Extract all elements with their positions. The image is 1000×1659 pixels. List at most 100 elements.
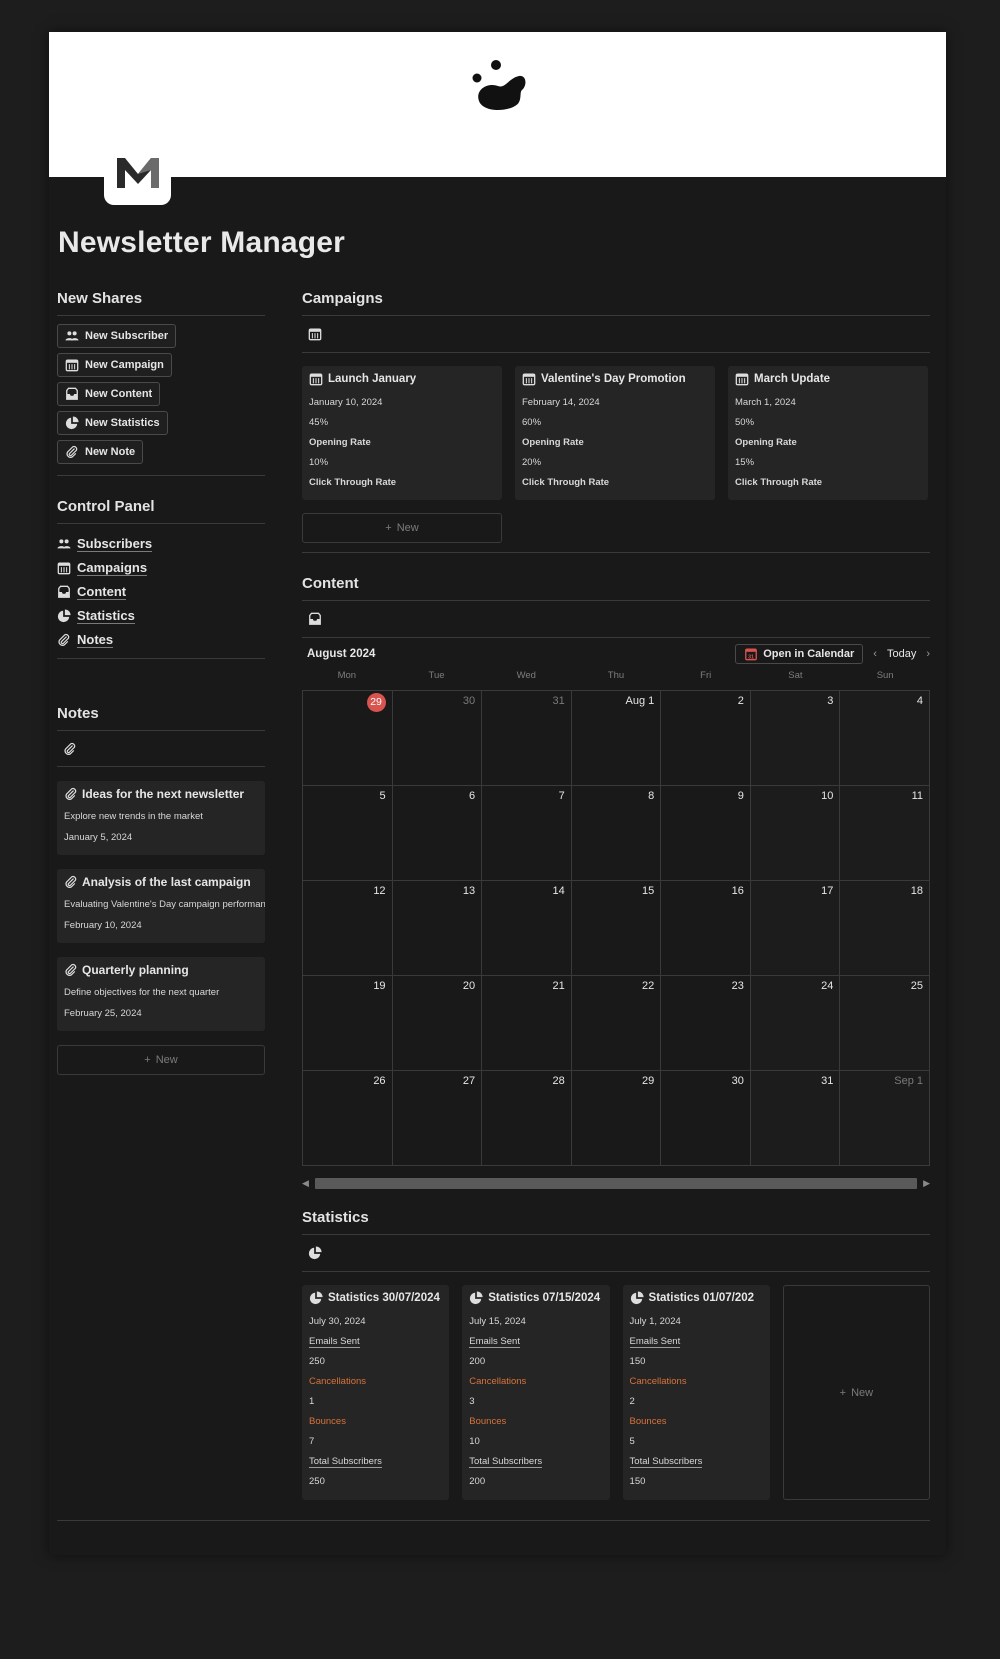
control-panel-notes-link[interactable]: Notes	[57, 628, 265, 652]
calendar-day-cell[interactable]: 19	[303, 976, 393, 1071]
control-panel-subscribers-link[interactable]: Subscribers	[57, 532, 265, 556]
calendar-day-cell[interactable]: 20	[392, 976, 483, 1071]
next-month-icon[interactable]: ›	[926, 648, 930, 660]
calendar-day-cell[interactable]: 12	[303, 881, 393, 976]
calendar-day-cell[interactable]: 31	[482, 691, 572, 786]
open-in-calendar-button[interactable]: 31 Open in Calendar	[735, 644, 864, 664]
note-date: January 5, 2024	[64, 832, 133, 843]
day-number: 3	[827, 695, 834, 707]
day-number: 8	[648, 790, 655, 802]
ctr-value: 15%	[735, 457, 755, 468]
day-number: 25	[910, 980, 923, 992]
calendar-day-cell[interactable]: 30	[661, 1071, 751, 1166]
statistics-card[interactable]: Statistics 07/15/2024 July 15, 2024 Emai…	[462, 1285, 610, 1500]
campaign-card[interactable]: March Update March 1, 2024 50% Opening R…	[728, 366, 928, 500]
new-campaign-button[interactable]: New Campaign	[57, 353, 172, 377]
pie-chart-icon	[630, 1291, 644, 1305]
scroll-left-icon[interactable]: ◀	[302, 1178, 309, 1189]
calendar-day-cell[interactable]: 5	[303, 786, 393, 881]
statistics-title: Statistics 30/07/2024	[328, 1292, 440, 1304]
notes-view-tab[interactable]	[57, 731, 265, 767]
prev-month-icon[interactable]: ‹	[873, 648, 877, 660]
new-shares-heading: New Shares	[57, 290, 265, 316]
ctr-label: Click Through Rate	[309, 477, 397, 488]
horizontal-scrollbar[interactable]: ◀ ▶	[302, 1176, 930, 1190]
new-note-button[interactable]: New Note	[57, 440, 144, 464]
calendar-day-cell[interactable]: 6	[392, 786, 483, 881]
statistics-view-tab[interactable]	[302, 1235, 930, 1272]
calendar-icon	[522, 372, 536, 386]
scrollbar-thumb[interactable]	[314, 1177, 918, 1189]
total-subscribers-value: 150	[629, 1476, 646, 1487]
campaigns-view-tab[interactable]	[302, 316, 930, 353]
statistics-card[interactable]: Statistics 30/07/2024 July 30, 2024 Emai…	[302, 1285, 450, 1500]
calendar-day-cell[interactable]: 9	[661, 786, 751, 881]
emails-sent-label: Emails Sent	[629, 1336, 681, 1348]
campaign-date: March 1, 2024	[735, 397, 796, 408]
calendar-day-cell[interactable]: 7	[482, 786, 572, 881]
content-view-tab[interactable]	[302, 601, 930, 638]
calendar-day-cell[interactable]: 11	[840, 786, 930, 881]
calendar-day-cell[interactable]: 3	[750, 691, 841, 786]
day-number: 6	[469, 790, 476, 802]
new-note-row-button[interactable]: + New	[57, 1045, 265, 1075]
calendar-day-cell[interactable]: 4	[840, 691, 930, 786]
pie-chart-icon	[308, 1246, 322, 1260]
campaign-card[interactable]: Launch January January 10, 2024 45% Open…	[302, 366, 502, 500]
calendar-day-cell[interactable]: 28	[482, 1071, 572, 1166]
calendar-day-cell[interactable]: 26	[303, 1071, 393, 1166]
calendar-day-cell[interactable]: Aug 1	[571, 691, 662, 786]
day-number: 31	[552, 695, 565, 707]
calendar-day-cell[interactable]: 18	[840, 881, 930, 976]
day-number: 28	[552, 1075, 565, 1087]
new-statistics-card-button[interactable]: + New	[782, 1285, 930, 1500]
calendar-day-cell[interactable]: 30	[392, 691, 483, 786]
calendar-day-cell[interactable]: 22	[571, 976, 662, 1071]
note-card[interactable]: Ideas for the next newsletter Explore ne…	[57, 781, 265, 855]
statistics-card[interactable]: Statistics 01/07/202 July 1, 2024 Emails…	[622, 1285, 770, 1500]
new-statistics-button[interactable]: New Statistics	[57, 411, 168, 435]
calendar-day-cell[interactable]: 15	[571, 881, 662, 976]
note-card[interactable]: Analysis of the last campaign Evaluating…	[57, 869, 265, 943]
calendar-day-cell[interactable]: 8	[571, 786, 662, 881]
calendar-day-cell[interactable]: 13	[392, 881, 483, 976]
calendar-day-cell[interactable]: 10	[750, 786, 841, 881]
day-number: Sep 1	[894, 1075, 923, 1087]
calendar-day-cell[interactable]: 27	[392, 1071, 483, 1166]
page-icon[interactable]	[104, 138, 171, 205]
weekday-label: Thu	[607, 670, 625, 681]
cancellations-value: 2	[629, 1396, 635, 1407]
scroll-right-icon[interactable]: ▶	[923, 1178, 930, 1189]
calendar-day-cell[interactable]: 25	[840, 976, 930, 1071]
control-panel-statistics-link[interactable]: Statistics	[57, 604, 265, 628]
day-number: 24	[821, 980, 834, 992]
calendar-day-cell[interactable]: 17	[750, 881, 841, 976]
day-number: 17	[821, 885, 834, 897]
opening-rate-value: 45%	[309, 417, 329, 428]
calendar-day-cell[interactable]: 29	[571, 1071, 662, 1166]
new-subscriber-button[interactable]: New Subscriber	[57, 324, 177, 348]
calendar-day-cell[interactable]: 31	[750, 1071, 841, 1166]
inbox-icon	[65, 387, 79, 401]
calendar-day-cell[interactable]: 14	[482, 881, 572, 976]
calendar-day-cell[interactable]: Sep 1	[840, 1071, 930, 1166]
calendar-day-cell[interactable]: 24	[750, 976, 841, 1071]
calendar-day-cell[interactable]: 16	[661, 881, 751, 976]
note-card[interactable]: Quarterly planning Define objectives for…	[57, 957, 265, 1031]
plus-icon: +	[144, 1054, 151, 1066]
calendar-day-cell[interactable]: 23	[661, 976, 751, 1071]
pie-chart-icon	[469, 1291, 483, 1305]
control-panel-content-link[interactable]: Content	[57, 580, 265, 604]
today-button[interactable]: Today	[887, 648, 916, 660]
control-panel-campaigns-link[interactable]: Campaigns	[57, 556, 265, 580]
calendar-day-cell[interactable]: 2	[661, 691, 751, 786]
calendar-day-cell[interactable]: 21	[482, 976, 572, 1071]
calendar-day-cell[interactable]: 29	[303, 691, 393, 786]
cover-image[interactable]	[49, 32, 946, 177]
new-campaign-row-button[interactable]: + New	[302, 513, 502, 543]
weekday-label: Fri	[700, 670, 712, 681]
campaign-title: March Update	[754, 373, 831, 385]
campaign-card[interactable]: Valentine's Day Promotion February 14, 2…	[515, 366, 715, 500]
bottom-divider	[57, 1520, 930, 1521]
new-content-button[interactable]: New Content	[57, 382, 161, 406]
